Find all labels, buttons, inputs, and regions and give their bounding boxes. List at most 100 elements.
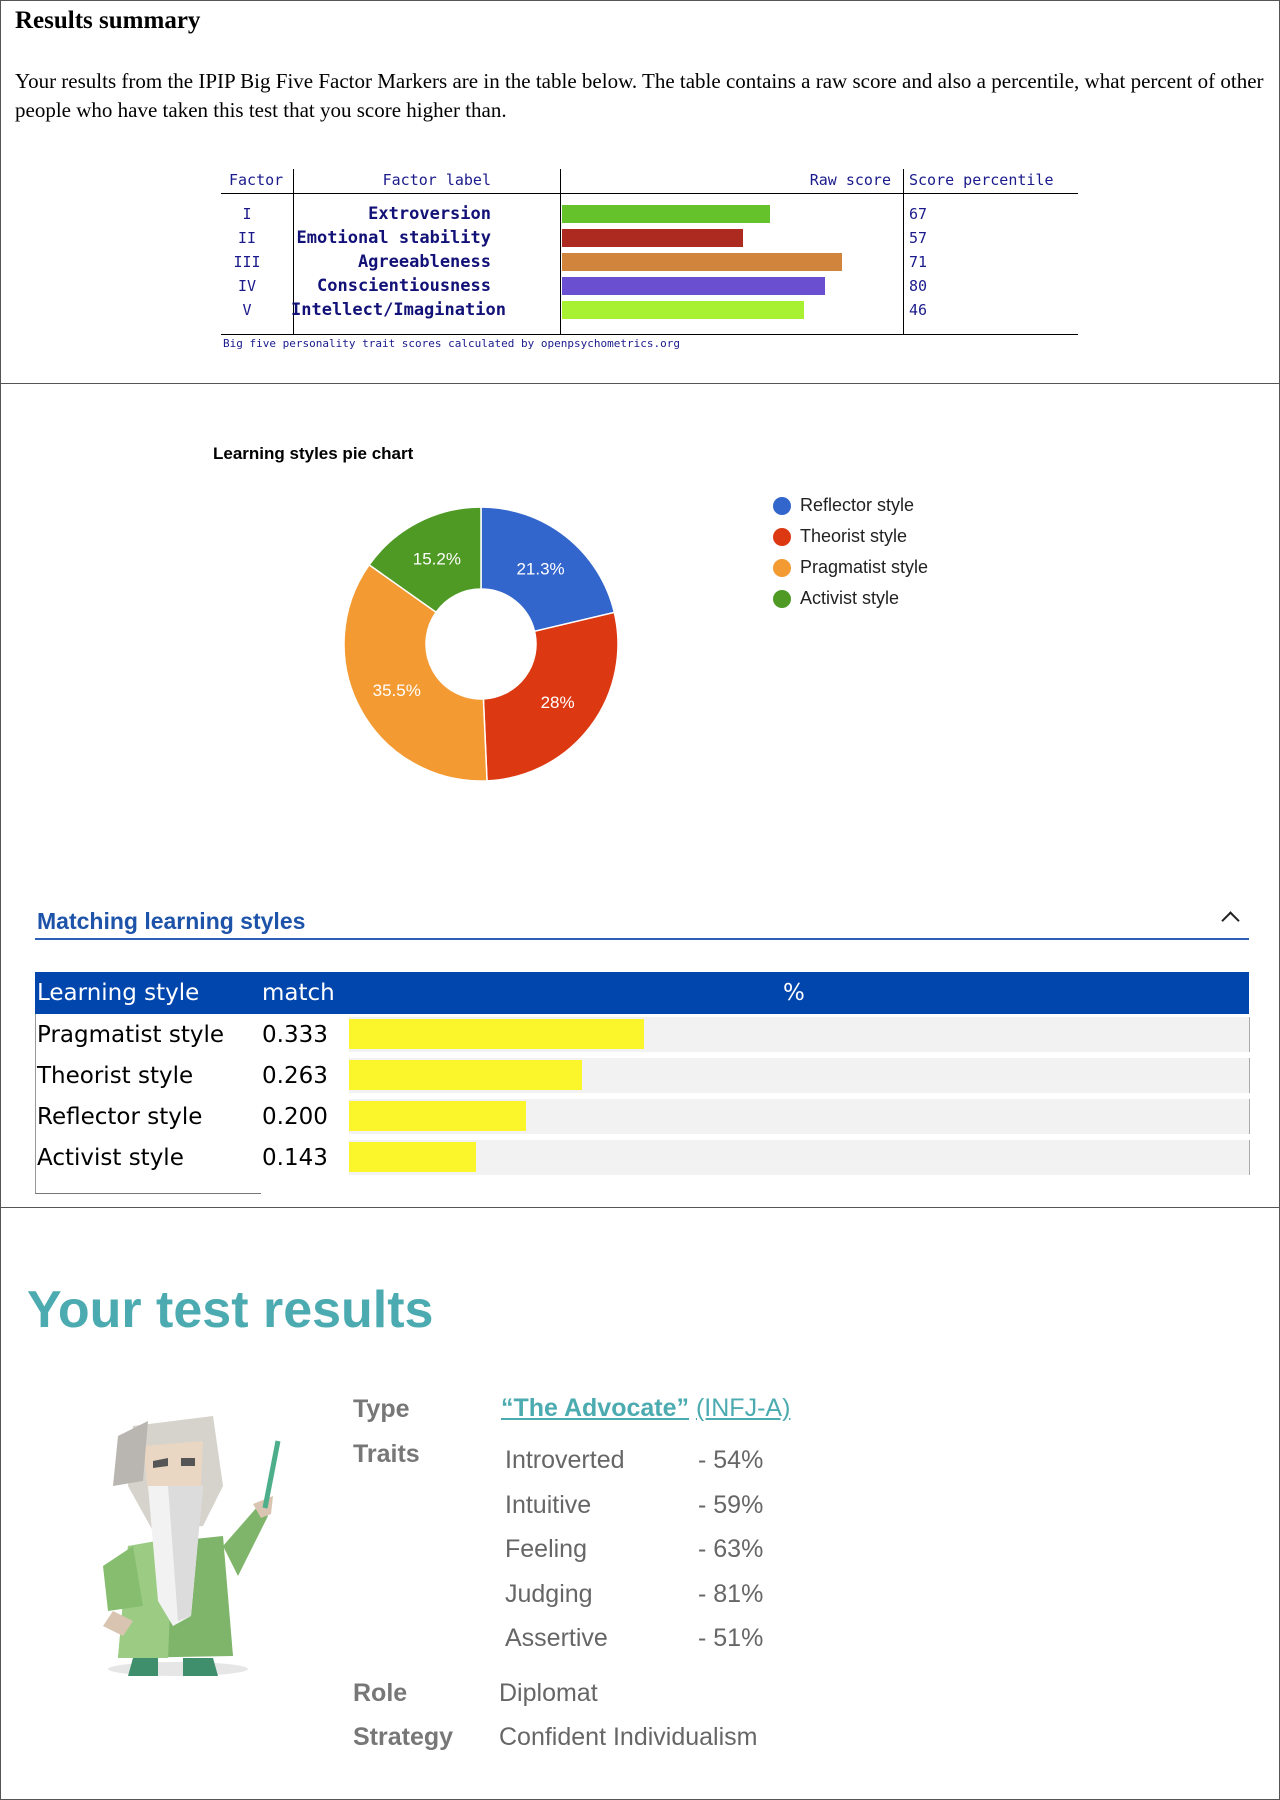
- trait-name: Feeling: [505, 1535, 587, 1563]
- matching-styles-title: Matching learning styles: [37, 908, 306, 934]
- trait-percent: - 59%: [698, 1491, 764, 1519]
- learning-styles-panel: Learning styles pie chart 21.3% 28% 35.5% 1…: [1, 384, 1279, 1208]
- table-bottom-rule: [35, 1193, 261, 1194]
- trait-name: Intuitive: [505, 1491, 592, 1519]
- score-percentile: 57: [909, 229, 928, 247]
- match-bar: [349, 1142, 476, 1172]
- type-value[interactable]: “The Advocate” (INFJ-A): [501, 1394, 790, 1423]
- test-results-panel: Your test results Type “The Advocate” (I…: [1, 1208, 1279, 1799]
- match-bar: [349, 1101, 526, 1131]
- trait-percent: - 54%: [698, 1446, 764, 1474]
- factor-label: Intellect/Imagination: [291, 300, 506, 320]
- trait-percent: - 81%: [698, 1580, 764, 1608]
- factor-label: Extroversion: [368, 204, 491, 224]
- factor-number: III: [233, 253, 261, 271]
- legend-swatch: [773, 497, 791, 515]
- slice-label: 35.5%: [373, 681, 421, 700]
- style-name: Activist style: [37, 1145, 184, 1171]
- header-score-percentile: Score percentile: [909, 171, 1054, 189]
- legend-swatch: [773, 528, 791, 546]
- header-factor: Factor: [229, 171, 284, 189]
- page: Results summary Your results from the IP…: [0, 0, 1280, 1800]
- sage-character-icon: [103, 1416, 281, 1676]
- factor-row: II Emotional stability 57: [221, 226, 1078, 250]
- table-row: Theorist style 0.263: [35, 1056, 1250, 1096]
- match-bar-track: [349, 1058, 1250, 1093]
- factor-row: IV Conscientiousness 80: [221, 274, 1078, 298]
- strategy-label: Strategy: [353, 1723, 454, 1751]
- factor-row: V Intellect/Imagination 46: [221, 298, 1078, 322]
- slice-label: 28%: [541, 693, 575, 712]
- table-header-row: Learning style match %: [35, 972, 1249, 1014]
- match-bar-track: [349, 1017, 1250, 1052]
- credit-line: Big five personality trait scores calcul…: [223, 337, 680, 350]
- match-value: 0.143: [262, 1145, 328, 1171]
- legend-swatch: [773, 590, 791, 608]
- match-value: 0.200: [262, 1104, 328, 1130]
- trait-row: Feeling - 63%: [505, 1535, 805, 1579]
- header-percent: %: [783, 980, 805, 1006]
- role-label: Role: [353, 1679, 408, 1707]
- trait-row: Judging - 81%: [505, 1580, 805, 1624]
- trait-row: Intuitive - 59%: [505, 1491, 805, 1535]
- chevron-up-icon[interactable]: [1221, 911, 1240, 930]
- strategy-value: Confident Individualism: [499, 1723, 758, 1751]
- match-value: 0.263: [262, 1063, 328, 1089]
- header-rule: [221, 193, 1078, 194]
- pie-chart-title: Learning styles pie chart: [213, 444, 414, 463]
- score-percentile: 80: [909, 277, 928, 295]
- factor-label: Agreeableness: [357, 252, 491, 272]
- legend-label: Theorist style: [800, 526, 908, 546]
- factor-number: V: [242, 301, 252, 319]
- raw-score-bar: [562, 277, 825, 295]
- results-summary-title: Results summary: [15, 7, 201, 34]
- header-raw-score: Raw score: [809, 171, 891, 189]
- raw-score-bar: [562, 301, 804, 319]
- style-name: Reflector style: [37, 1104, 203, 1130]
- factor-row: I Extroversion 67: [221, 202, 1078, 226]
- traits-label: Traits: [353, 1440, 420, 1468]
- trait-name: Introverted: [505, 1446, 625, 1474]
- raw-score-bar: [562, 253, 842, 271]
- matching-styles-section-header[interactable]: Matching learning styles: [35, 906, 1249, 940]
- learning-styles-pie-chart: 21.3% 28% 35.5% 15.2%: [343, 506, 619, 782]
- type-code-link[interactable]: (INFJ-A): [696, 1394, 790, 1422]
- table-row: Activist style 0.143: [35, 1138, 1250, 1178]
- big-five-table: Factor Factor label Raw score Score perc…: [221, 169, 1078, 357]
- legend-swatch: [773, 559, 791, 577]
- table-row: Pragmatist style 0.333: [35, 1015, 1250, 1055]
- footer-rule: [221, 334, 1078, 335]
- header-factor-label: Factor label: [382, 171, 491, 189]
- legend-label: Reflector style: [800, 495, 915, 515]
- trait-row: Introverted - 54%: [505, 1446, 805, 1490]
- results-summary-panel: Results summary Your results from the IP…: [1, 1, 1279, 384]
- slice-label: 15.2%: [413, 550, 461, 569]
- match-value: 0.333: [262, 1022, 328, 1048]
- raw-score-bar: [562, 205, 770, 223]
- match-bar: [349, 1019, 644, 1049]
- match-bar-track: [349, 1099, 1250, 1134]
- role-value: Diplomat: [499, 1679, 598, 1707]
- factor-label: Conscientiousness: [317, 276, 491, 296]
- factor-label: Emotional stability: [296, 228, 491, 248]
- score-percentile: 46: [909, 301, 928, 319]
- style-name: Theorist style: [37, 1063, 194, 1089]
- test-results-title: Your test results: [27, 1281, 434, 1339]
- trait-percent: - 51%: [698, 1624, 764, 1652]
- factor-number: II: [237, 229, 257, 247]
- style-name: Pragmatist style: [37, 1022, 224, 1048]
- factor-row: III Agreeableness 71: [221, 250, 1078, 274]
- factor-number: IV: [237, 277, 257, 295]
- trait-name: Judging: [505, 1580, 593, 1608]
- type-label: Type: [353, 1395, 410, 1423]
- score-percentile: 71: [909, 253, 928, 271]
- table-row: Reflector style 0.200: [35, 1097, 1250, 1137]
- factor-number: I: [242, 205, 252, 223]
- match-bar: [349, 1060, 582, 1090]
- header-learning-style: Learning style: [37, 980, 200, 1006]
- legend-label: Activist style: [800, 588, 900, 608]
- results-summary-intro: Your results from the IPIP Big Five Fact…: [15, 69, 1264, 122]
- type-name-link[interactable]: “The Advocate”: [501, 1394, 689, 1422]
- score-percentile: 67: [909, 205, 928, 223]
- trait-row: Assertive - 51%: [505, 1624, 805, 1668]
